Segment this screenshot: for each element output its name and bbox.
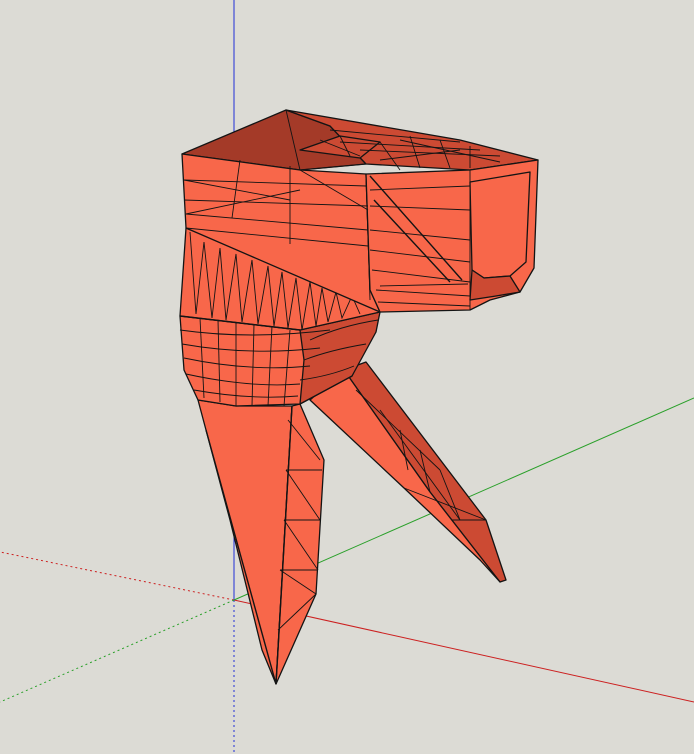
red-axis-negative bbox=[0, 551, 235, 601]
sketchup-3d-viewport[interactable] bbox=[0, 0, 694, 754]
back-leg[interactable] bbox=[309, 361, 507, 583]
green-axis-negative bbox=[0, 599, 235, 703]
front-leg[interactable] bbox=[197, 399, 325, 685]
model-canvas[interactable] bbox=[0, 0, 694, 754]
